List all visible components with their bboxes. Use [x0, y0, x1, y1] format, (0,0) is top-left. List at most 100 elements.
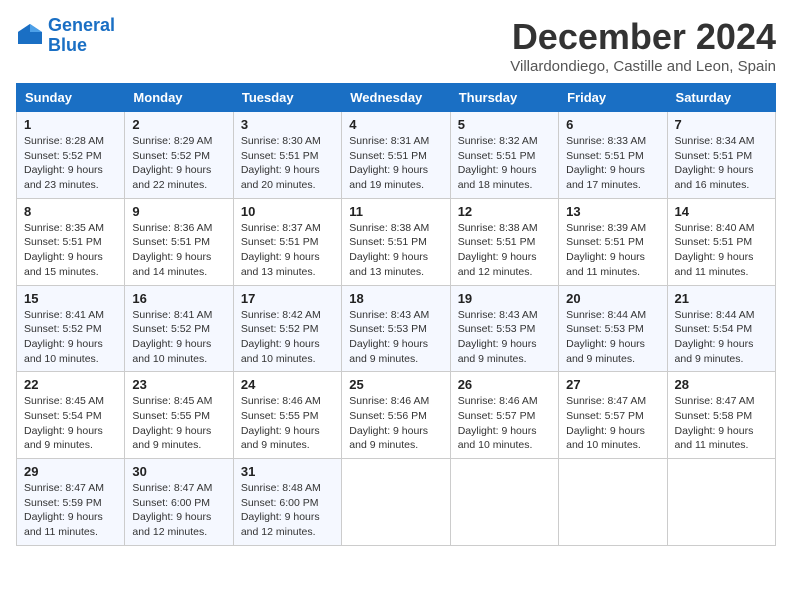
calendar-cell: 5Sunrise: 8:32 AM Sunset: 5:51 PM Daylig… [450, 112, 558, 199]
day-number: 15 [24, 291, 117, 306]
day-number: 12 [458, 204, 551, 219]
calendar-cell: 14Sunrise: 8:40 AM Sunset: 5:51 PM Dayli… [667, 198, 775, 285]
day-info: Sunrise: 8:44 AM Sunset: 5:53 PM Dayligh… [566, 308, 659, 367]
calendar-cell: 28 Sunrise: 8:47 AM Sunset: 5:58 PM Dayli… [667, 372, 775, 459]
calendar-cell: 27 Sunrise: 8:47 AM Sunset: 5:57 PM Dayli… [559, 372, 667, 459]
month-title: December 2024 [510, 16, 776, 58]
day-info: Sunrise: 8:45 AM Sunset: 5:55 PM Dayligh… [132, 394, 225, 453]
calendar-cell [559, 459, 667, 546]
day-info: Sunrise: 8:29 AM Sunset: 5:52 PM Dayligh… [132, 134, 225, 193]
day-info: Sunrise: 8:46 AM Sunset: 5:57 PM Dayligh… [458, 394, 551, 453]
day-of-week-header: Saturday [667, 84, 775, 112]
day-number: 24 [241, 377, 334, 392]
page-header: General Blue December 2024 Villardondieg… [16, 16, 776, 75]
day-number: 5 [458, 117, 551, 132]
calendar-week-row: 15 Sunrise: 8:41 AM Sunset: 5:52 PM Dayli… [17, 285, 776, 372]
calendar-cell: 21 Sunrise: 8:44 AM Sunset: 5:54 PM Dayli… [667, 285, 775, 372]
calendar-cell: 29 Sunrise: 8:47 AM Sunset: 5:59 PM Dayli… [17, 459, 125, 546]
day-number: 21 [675, 291, 768, 306]
day-info: Sunrise: 8:31 AM Sunset: 5:51 PM Dayligh… [349, 134, 442, 193]
day-number: 16 [132, 291, 225, 306]
calendar-cell: 8Sunrise: 8:35 AM Sunset: 5:51 PM Daylig… [17, 198, 125, 285]
calendar-week-row: 8Sunrise: 8:35 AM Sunset: 5:51 PM Daylig… [17, 198, 776, 285]
day-info: Sunrise: 8:47 AM Sunset: 5:59 PM Dayligh… [24, 481, 117, 540]
day-number: 26 [458, 377, 551, 392]
day-number: 3 [241, 117, 334, 132]
day-number: 20 [566, 291, 659, 306]
day-info: Sunrise: 8:30 AM Sunset: 5:51 PM Dayligh… [241, 134, 334, 193]
day-of-week-header: Sunday [17, 84, 125, 112]
calendar-week-row: 1 Sunrise: 8:28 AM Sunset: 5:52 PM Daylig… [17, 112, 776, 199]
calendar-cell: 16 Sunrise: 8:41 AM Sunset: 5:52 PM Dayli… [125, 285, 233, 372]
calendar-cell: 7Sunrise: 8:34 AM Sunset: 5:51 PM Daylig… [667, 112, 775, 199]
calendar-cell: 15 Sunrise: 8:41 AM Sunset: 5:52 PM Dayli… [17, 285, 125, 372]
day-info: Sunrise: 8:41 AM Sunset: 5:52 PM Dayligh… [24, 308, 117, 367]
day-number: 28 [675, 377, 768, 392]
day-info: Sunrise: 8:28 AM Sunset: 5:52 PM Dayligh… [24, 134, 117, 193]
day-number: 9 [132, 204, 225, 219]
day-info: Sunrise: 8:43 AM Sunset: 5:53 PM Dayligh… [458, 308, 551, 367]
day-number: 1 [24, 117, 117, 132]
calendar-cell: 2Sunrise: 8:29 AM Sunset: 5:52 PM Daylig… [125, 112, 233, 199]
day-info: Sunrise: 8:39 AM Sunset: 5:51 PM Dayligh… [566, 221, 659, 280]
calendar-cell: 3 Sunrise: 8:30 AM Sunset: 5:51 PM Daylig… [233, 112, 341, 199]
day-of-week-header: Friday [559, 84, 667, 112]
day-info: Sunrise: 8:41 AM Sunset: 5:52 PM Dayligh… [132, 308, 225, 367]
day-number: 14 [675, 204, 768, 219]
calendar-cell: 4 Sunrise: 8:31 AM Sunset: 5:51 PM Daylig… [342, 112, 450, 199]
day-number: 19 [458, 291, 551, 306]
day-number: 25 [349, 377, 442, 392]
day-number: 13 [566, 204, 659, 219]
calendar-cell: 1 Sunrise: 8:28 AM Sunset: 5:52 PM Daylig… [17, 112, 125, 199]
calendar-cell: 9 Sunrise: 8:36 AM Sunset: 5:51 PM Daylig… [125, 198, 233, 285]
day-info: Sunrise: 8:36 AM Sunset: 5:51 PM Dayligh… [132, 221, 225, 280]
day-info: Sunrise: 8:33 AM Sunset: 5:51 PM Dayligh… [566, 134, 659, 193]
day-info: Sunrise: 8:34 AM Sunset: 5:51 PM Dayligh… [675, 134, 768, 193]
day-info: Sunrise: 8:45 AM Sunset: 5:54 PM Dayligh… [24, 394, 117, 453]
calendar-cell: 30 Sunrise: 8:47 AM Sunset: 6:00 PM Dayli… [125, 459, 233, 546]
day-of-week-header: Monday [125, 84, 233, 112]
calendar-cell: 31Sunrise: 8:48 AM Sunset: 6:00 PM Dayli… [233, 459, 341, 546]
calendar-cell: 19 Sunrise: 8:43 AM Sunset: 5:53 PM Dayli… [450, 285, 558, 372]
day-info: Sunrise: 8:42 AM Sunset: 5:52 PM Dayligh… [241, 308, 334, 367]
day-info: Sunrise: 8:47 AM Sunset: 6:00 PM Dayligh… [132, 481, 225, 540]
calendar-cell: 23 Sunrise: 8:45 AM Sunset: 5:55 PM Dayli… [125, 372, 233, 459]
day-number: 27 [566, 377, 659, 392]
day-number: 23 [132, 377, 225, 392]
calendar-cell: 24 Sunrise: 8:46 AM Sunset: 5:55 PM Dayli… [233, 372, 341, 459]
day-of-week-header: Tuesday [233, 84, 341, 112]
calendar-cell: 10Sunrise: 8:37 AM Sunset: 5:51 PM Dayli… [233, 198, 341, 285]
day-of-week-header: Thursday [450, 84, 558, 112]
day-number: 30 [132, 464, 225, 479]
day-info: Sunrise: 8:47 AM Sunset: 5:57 PM Dayligh… [566, 394, 659, 453]
day-info: Sunrise: 8:38 AM Sunset: 5:51 PM Dayligh… [458, 221, 551, 280]
calendar-body: 1 Sunrise: 8:28 AM Sunset: 5:52 PM Daylig… [17, 112, 776, 546]
calendar-cell: 20 Sunrise: 8:44 AM Sunset: 5:53 PM Dayli… [559, 285, 667, 372]
calendar-cell [342, 459, 450, 546]
day-info: Sunrise: 8:47 AM Sunset: 5:58 PM Dayligh… [675, 394, 768, 453]
day-info: Sunrise: 8:46 AM Sunset: 5:55 PM Dayligh… [241, 394, 334, 453]
calendar-cell: 25 Sunrise: 8:46 AM Sunset: 5:56 PM Dayli… [342, 372, 450, 459]
day-number: 6 [566, 117, 659, 132]
day-number: 29 [24, 464, 117, 479]
day-number: 22 [24, 377, 117, 392]
calendar-cell [667, 459, 775, 546]
calendar-week-row: 29 Sunrise: 8:47 AM Sunset: 5:59 PM Dayli… [17, 459, 776, 546]
calendar-cell: 13 Sunrise: 8:39 AM Sunset: 5:51 PM Dayli… [559, 198, 667, 285]
calendar-cell: 11Sunrise: 8:38 AM Sunset: 5:51 PM Dayli… [342, 198, 450, 285]
day-info: Sunrise: 8:37 AM Sunset: 5:51 PM Dayligh… [241, 221, 334, 280]
day-of-week-header: Wednesday [342, 84, 450, 112]
logo-text: General Blue [48, 16, 115, 56]
logo-icon [16, 22, 44, 50]
calendar-cell: 17 Sunrise: 8:42 AM Sunset: 5:52 PM Dayli… [233, 285, 341, 372]
calendar-table: SundayMondayTuesdayWednesdayThursdayFrid… [16, 83, 776, 546]
day-info: Sunrise: 8:46 AM Sunset: 5:56 PM Dayligh… [349, 394, 442, 453]
calendar-header-row: SundayMondayTuesdayWednesdayThursdayFrid… [17, 84, 776, 112]
day-info: Sunrise: 8:38 AM Sunset: 5:51 PM Dayligh… [349, 221, 442, 280]
location-title: Villardondiego, Castille and Leon, Spain [510, 58, 776, 75]
day-info: Sunrise: 8:44 AM Sunset: 5:54 PM Dayligh… [675, 308, 768, 367]
calendar-cell: 22 Sunrise: 8:45 AM Sunset: 5:54 PM Dayli… [17, 372, 125, 459]
day-number: 4 [349, 117, 442, 132]
calendar-cell: 12 Sunrise: 8:38 AM Sunset: 5:51 PM Dayli… [450, 198, 558, 285]
day-number: 17 [241, 291, 334, 306]
